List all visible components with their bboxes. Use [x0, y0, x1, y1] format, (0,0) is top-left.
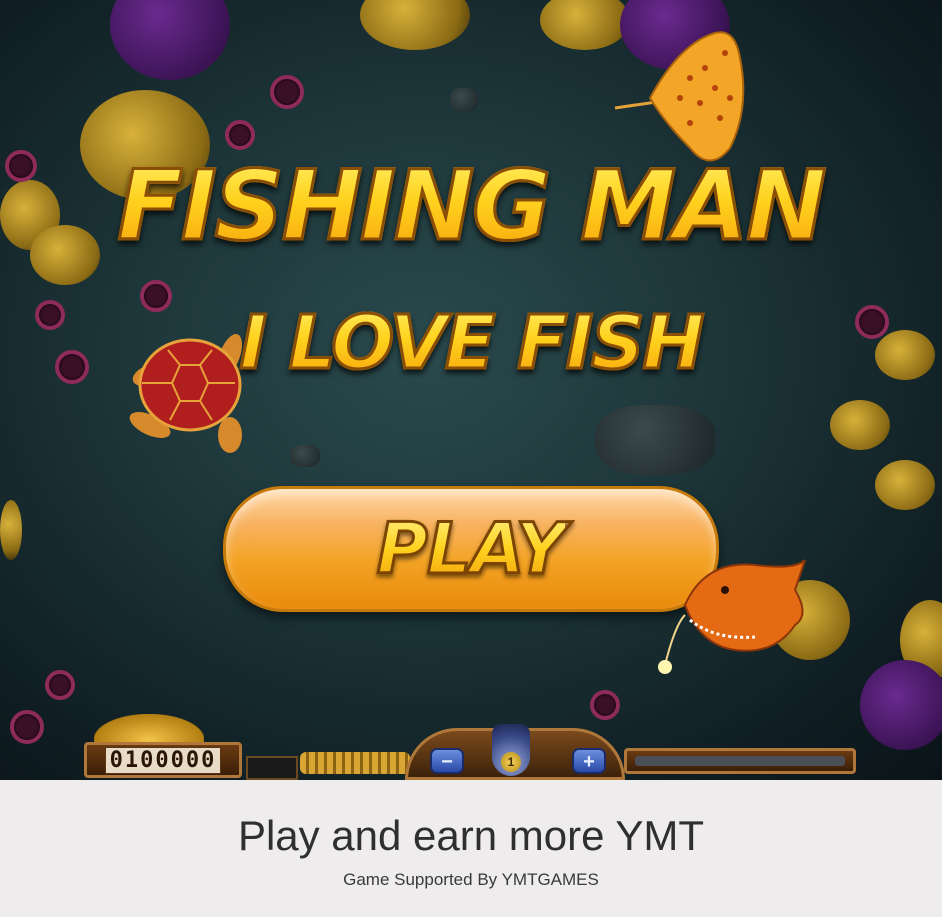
- anglerfish-icon: [658, 559, 806, 674]
- cannon-level-badge: 1: [501, 752, 521, 772]
- yellow-coral: [0, 500, 22, 560]
- game-title: FISHING MAN: [0, 149, 942, 264]
- coin-counter: 0100000: [84, 742, 242, 778]
- power-bar-track: [635, 756, 845, 766]
- footer-tagline: Play and earn more YMT: [237, 812, 705, 859]
- sea-turtle-icon: [129, 334, 243, 453]
- yellow-coral: [830, 400, 890, 450]
- game-scene[interactable]: FISHING MAN I LOVE FISH PLAY 0100000 − 1…: [0, 0, 942, 780]
- decrease-bet-button[interactable]: −: [430, 748, 464, 774]
- increase-bet-button[interactable]: +: [572, 748, 606, 774]
- coin-counter-value: 0100000: [104, 746, 222, 774]
- purple-coral: [110, 0, 230, 80]
- sea-anemone: [590, 690, 620, 720]
- stingray-icon: [614, 31, 745, 162]
- coin-stack: [300, 752, 410, 774]
- sea-anemone: [270, 75, 304, 109]
- power-bar: [624, 748, 856, 774]
- yellow-coral: [875, 460, 935, 510]
- rock: [450, 88, 478, 112]
- yellow-coral: [360, 0, 470, 50]
- sea-anemone: [45, 670, 75, 700]
- footer-subline: Game Supported By YMTGAMES: [343, 870, 599, 889]
- rock: [595, 405, 715, 475]
- bet-slot: [246, 756, 298, 780]
- bottom-hud: 0100000 − 1 +: [0, 714, 942, 780]
- rock: [290, 445, 320, 467]
- play-button-label: PLAY: [375, 507, 568, 592]
- sea-anemone: [225, 120, 255, 150]
- footer: Play and earn more YMT Game Supported By…: [0, 780, 942, 917]
